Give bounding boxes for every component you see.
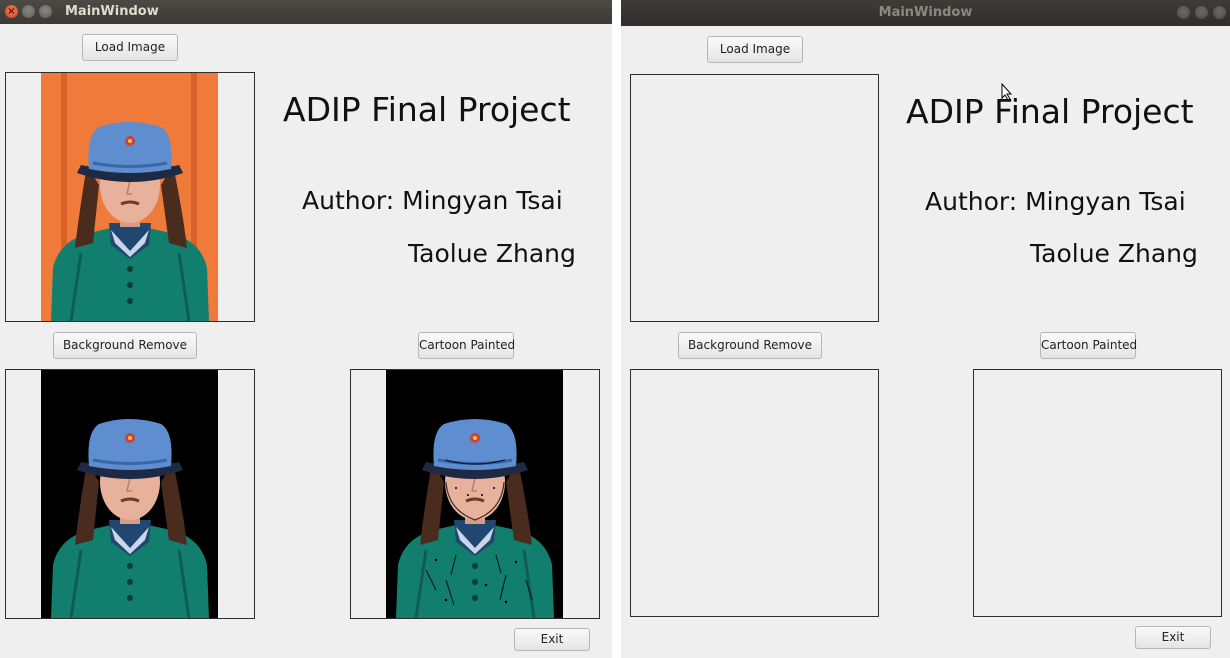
titlebar: × MainWindow xyxy=(0,0,612,24)
page-title: ADIP Final Project xyxy=(283,90,571,129)
main-window-loaded: × MainWindow Load Image ADIP Final Proje… xyxy=(0,0,612,658)
load-image-button[interactable]: Load Image xyxy=(707,36,803,63)
maximize-icon[interactable] xyxy=(39,5,52,18)
minimize-icon[interactable] xyxy=(1177,6,1190,19)
exit-button[interactable]: Exit xyxy=(514,628,590,651)
window-title: MainWindow xyxy=(878,5,973,20)
minimize-icon[interactable] xyxy=(22,5,35,18)
author-label: Author: Mingyan Tsai xyxy=(925,187,1186,216)
background-remove-button[interactable]: Background Remove xyxy=(678,332,822,359)
close-icon[interactable] xyxy=(1213,6,1226,19)
page-title: ADIP Final Project xyxy=(906,92,1194,131)
maximize-icon[interactable] xyxy=(1195,6,1208,19)
cartoon-painted-button[interactable]: Cartoon Painted xyxy=(1040,332,1137,359)
author-label: Author: Mingyan Tsai xyxy=(302,186,563,215)
portrait-photo-icon xyxy=(41,370,218,618)
titlebar: MainWindow xyxy=(621,0,1230,26)
mouse-pointer-icon xyxy=(1001,83,1013,101)
background-remove-button[interactable]: Background Remove xyxy=(53,332,197,359)
load-image-button[interactable]: Load Image xyxy=(82,34,178,61)
window-title: MainWindow xyxy=(65,4,159,19)
second-author-label: Taolue Zhang xyxy=(408,239,576,268)
portrait-photo-icon xyxy=(41,73,218,321)
main-window-empty: MainWindow Load Image ADIP Final Project… xyxy=(621,0,1230,658)
cartoon-painted-button[interactable]: Cartoon Painted xyxy=(418,332,515,359)
background-removed-panel xyxy=(5,369,255,619)
second-author-label: Taolue Zhang xyxy=(1030,239,1198,268)
close-icon[interactable]: × xyxy=(5,5,18,18)
background-removed-panel xyxy=(630,369,879,617)
original-image-panel xyxy=(630,74,879,322)
cartoon-panel xyxy=(350,369,600,619)
portrait-photo-icon xyxy=(386,370,563,618)
cartoon-panel xyxy=(973,369,1222,617)
original-image-panel xyxy=(5,72,255,322)
exit-button[interactable]: Exit xyxy=(1135,626,1211,649)
